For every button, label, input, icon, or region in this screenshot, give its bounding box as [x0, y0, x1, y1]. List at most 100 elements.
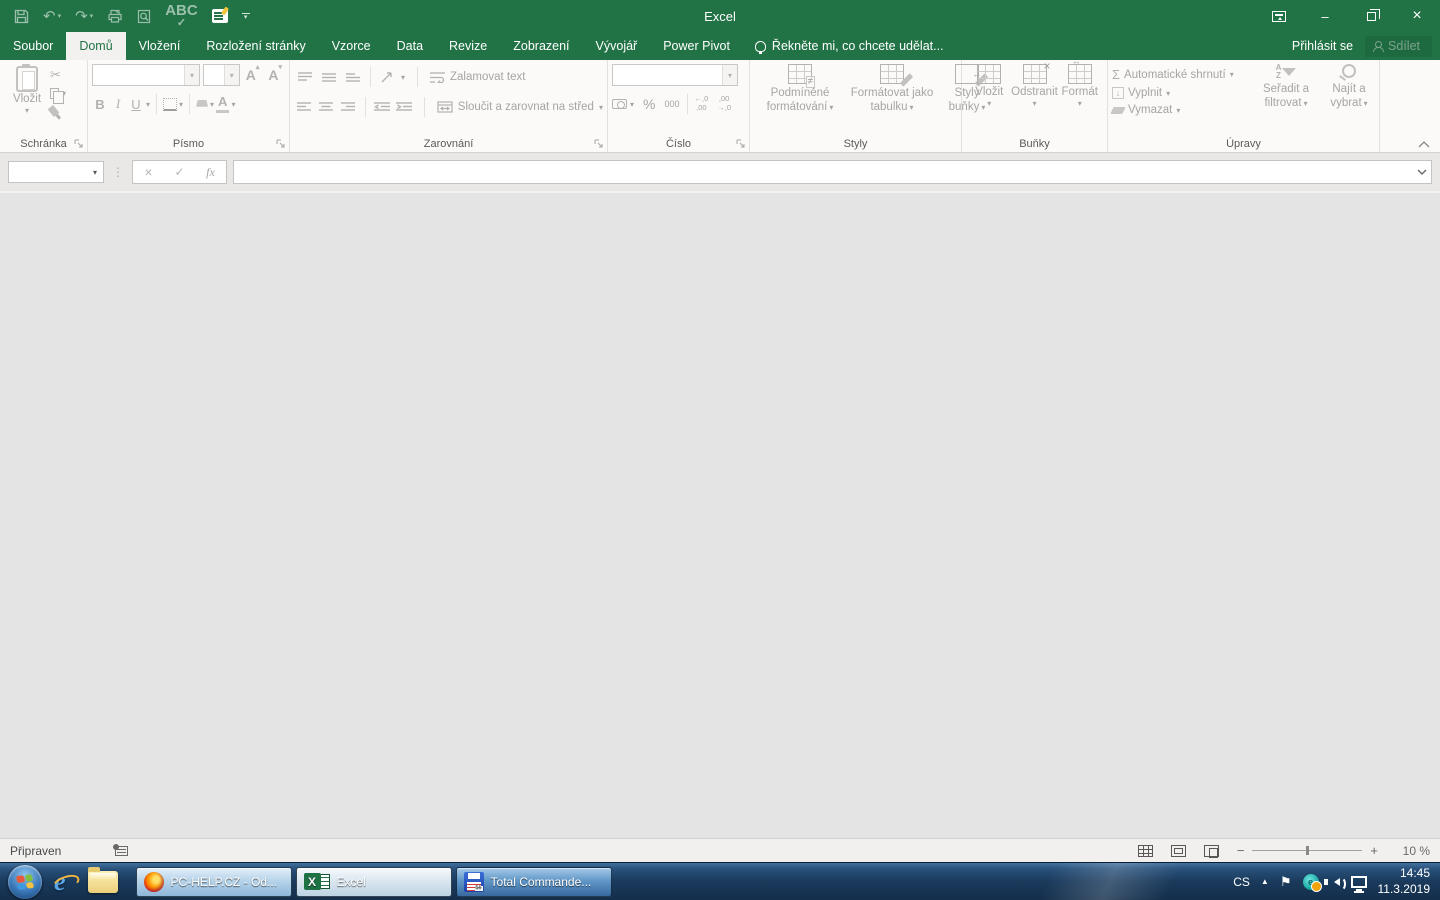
- normal-view-button[interactable]: [1138, 845, 1153, 857]
- align-top-button[interactable]: [294, 72, 316, 82]
- formula-input[interactable]: [234, 165, 1413, 179]
- fill-color-caret-icon[interactable]: ▾: [210, 100, 214, 109]
- conditional-formatting-button[interactable]: ≠ Podmíněné formátování▾: [754, 64, 846, 135]
- language-indicator[interactable]: CS: [1233, 875, 1250, 889]
- zoom-slider-thumb[interactable]: [1306, 846, 1309, 855]
- find-select-button[interactable]: Najít a vybrat▾: [1323, 64, 1375, 135]
- formula-input-box[interactable]: [233, 160, 1432, 184]
- alignment-dialog-launcher[interactable]: [594, 139, 604, 149]
- name-box-caret-icon[interactable]: ▾: [87, 162, 103, 182]
- start-button[interactable]: [8, 865, 42, 899]
- name-box-input[interactable]: [9, 165, 87, 179]
- decrease-indent-button[interactable]: [371, 102, 391, 112]
- delete-cells-button[interactable]: × Odstranit ▾: [1013, 64, 1057, 135]
- show-hidden-icons-button[interactable]: ▲: [1261, 877, 1269, 886]
- fill-button[interactable]: ↓ Vyplnit ▾: [1112, 87, 1251, 99]
- sort-filter-button[interactable]: AZ Seřadit a filtrovat▾: [1255, 64, 1317, 135]
- restore-button[interactable]: [1348, 0, 1394, 32]
- clear-button[interactable]: Vymazat ▾: [1112, 104, 1251, 116]
- format-painter-button[interactable]: [50, 104, 66, 118]
- tab-insert[interactable]: Vložení: [126, 32, 194, 60]
- antivirus-tray-icon[interactable]: e: [1303, 874, 1319, 890]
- cancel-button[interactable]: ×: [133, 164, 164, 180]
- minimize-button[interactable]: –: [1302, 0, 1348, 32]
- percent-style-button[interactable]: %: [643, 96, 655, 112]
- merge-center-button[interactable]: Sloučit a zarovnat na střed ▾: [431, 101, 603, 113]
- volume-icon[interactable]: [1334, 878, 1340, 886]
- merge-caret-icon[interactable]: ▾: [599, 103, 603, 112]
- decrease-decimal-button[interactable]: ,00 →,0: [717, 95, 731, 112]
- italic-button[interactable]: I: [110, 96, 126, 112]
- number-format-combobox[interactable]: ▾: [612, 64, 738, 86]
- undo-button[interactable]: ↶▾: [43, 9, 61, 24]
- tab-data[interactable]: Data: [384, 32, 436, 60]
- tab-view[interactable]: Zobrazení: [500, 32, 582, 60]
- font-name-combobox[interactable]: ▾: [92, 64, 200, 86]
- underline-caret-icon[interactable]: ▾: [146, 100, 150, 109]
- tab-review[interactable]: Revize: [436, 32, 500, 60]
- wrap-text-button[interactable]: Zalamovat text: [424, 71, 525, 83]
- tab-home[interactable]: Domů: [66, 32, 125, 60]
- custom-notebook-icon[interactable]: [212, 9, 228, 23]
- tell-me-search[interactable]: Řekněte mi, co chcete udělat...: [743, 32, 956, 60]
- taskbar-button-firefox[interactable]: PC-HELP.CZ - Od...: [136, 867, 292, 897]
- align-right-button[interactable]: [338, 102, 358, 112]
- cut-button[interactable]: ✂: [50, 68, 66, 82]
- font-size-caret-icon[interactable]: ▾: [224, 65, 239, 85]
- name-box[interactable]: ▾: [8, 161, 104, 183]
- macro-record-icon[interactable]: [115, 846, 128, 856]
- undo-caret-icon[interactable]: ▾: [58, 13, 62, 20]
- bold-button[interactable]: B: [92, 97, 108, 112]
- zoom-slider[interactable]: [1252, 850, 1362, 851]
- number-format-caret-icon[interactable]: ▾: [722, 65, 737, 85]
- redo-button[interactable]: ↷▾: [75, 9, 93, 24]
- taskbar-button-total-commander[interactable]: 64· Total Commande...: [456, 867, 612, 897]
- underline-button[interactable]: U: [128, 97, 144, 112]
- redo-caret-icon[interactable]: ▾: [90, 13, 94, 20]
- internet-explorer-icon[interactable]: e: [54, 867, 66, 897]
- align-left-button[interactable]: [294, 102, 314, 112]
- increase-indent-button[interactable]: [394, 102, 414, 112]
- copy-button[interactable]: ▾: [50, 86, 66, 100]
- customize-qat-dropdown[interactable]: ▾: [242, 13, 250, 20]
- fill-color-icon[interactable]: [196, 100, 208, 109]
- font-size-combobox[interactable]: ▾: [203, 64, 240, 86]
- orientation-button[interactable]: [377, 71, 399, 83]
- paste-button[interactable]: Vložit ▾: [4, 64, 50, 135]
- close-button[interactable]: ×: [1394, 0, 1440, 32]
- shrink-font-button[interactable]: A▾: [265, 67, 285, 83]
- increase-decimal-button[interactable]: ←,0 ,00: [695, 95, 709, 112]
- orientation-caret-icon[interactable]: ▾: [401, 73, 405, 82]
- number-dialog-launcher[interactable]: [736, 139, 746, 149]
- tab-page-layout[interactable]: Rozložení stránky: [193, 32, 318, 60]
- borders-caret-icon[interactable]: ▾: [179, 100, 183, 109]
- network-icon[interactable]: [1351, 876, 1367, 888]
- print-preview-icon[interactable]: [137, 9, 151, 24]
- accounting-format-icon[interactable]: [612, 99, 627, 109]
- collapse-ribbon-button[interactable]: [1418, 141, 1430, 148]
- insert-function-button[interactable]: fx: [195, 165, 226, 180]
- share-button[interactable]: Sdílet: [1365, 36, 1432, 57]
- tab-power-pivot[interactable]: Power Pivot: [650, 32, 743, 60]
- quick-print-icon[interactable]: [107, 9, 123, 23]
- clipboard-dialog-launcher[interactable]: [74, 139, 84, 149]
- borders-icon[interactable]: [163, 98, 177, 111]
- font-name-caret-icon[interactable]: ▾: [184, 65, 199, 85]
- font-color-caret-icon[interactable]: ▾: [231, 100, 235, 109]
- taskbar-clock[interactable]: 14:45 11.3.2019: [1378, 866, 1431, 897]
- zoom-out-button[interactable]: −: [1237, 843, 1245, 858]
- windows-explorer-icon[interactable]: [88, 871, 118, 893]
- zoom-in-button[interactable]: +: [1370, 843, 1378, 858]
- expand-formula-bar-button[interactable]: [1413, 169, 1431, 175]
- align-center-button[interactable]: [316, 102, 336, 112]
- autosum-button[interactable]: Σ Automatické shrnutí ▾: [1112, 67, 1251, 82]
- page-break-view-button[interactable]: [1204, 845, 1219, 857]
- action-center-flag-icon[interactable]: ⚑: [1280, 874, 1292, 890]
- format-cells-button[interactable]: ↔ Formát ▾: [1058, 64, 1102, 135]
- align-middle-button[interactable]: [318, 72, 340, 82]
- tab-formulas[interactable]: Vzorce: [319, 32, 384, 60]
- zoom-level[interactable]: 10 %: [1396, 844, 1430, 858]
- formula-bar-grip-icon[interactable]: ⋮: [110, 165, 126, 179]
- font-color-button[interactable]: A: [216, 95, 229, 112]
- comma-style-button[interactable]: 000: [664, 99, 679, 109]
